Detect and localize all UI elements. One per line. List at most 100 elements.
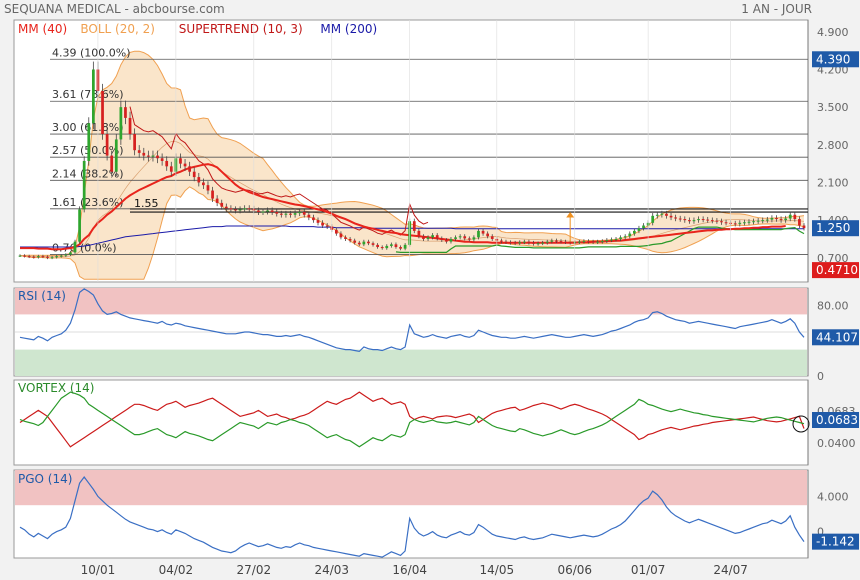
candle xyxy=(211,190,214,199)
candle xyxy=(522,241,526,243)
candle xyxy=(87,123,91,161)
candle xyxy=(243,208,247,210)
candle xyxy=(353,240,357,243)
rsi-tick-label: 80.00 xyxy=(817,300,849,313)
x-tick-label: 24/07 xyxy=(713,563,748,577)
price-badge: 4.390 xyxy=(816,52,850,66)
candle xyxy=(82,160,86,210)
candle xyxy=(440,238,444,241)
candle xyxy=(380,247,384,249)
candle xyxy=(247,208,251,210)
legend-item: MM (40) xyxy=(18,22,67,36)
candle xyxy=(655,214,659,216)
candle xyxy=(752,221,755,223)
candle xyxy=(261,211,265,213)
candle xyxy=(798,219,801,226)
price-tick-label: 2.800 xyxy=(817,139,849,152)
candle xyxy=(23,255,26,257)
candle xyxy=(133,134,136,151)
candle xyxy=(504,241,508,243)
candle xyxy=(463,236,467,239)
candle xyxy=(362,241,366,245)
legend-item: SUPERTREND (10, 3) xyxy=(179,22,303,36)
candle xyxy=(632,230,636,234)
candle xyxy=(660,213,664,215)
candle xyxy=(124,107,127,118)
rsi-title: RSI (14) xyxy=(18,289,66,303)
candle xyxy=(637,228,641,231)
candle xyxy=(587,241,590,243)
candle xyxy=(266,210,269,212)
candle xyxy=(238,209,242,211)
candle xyxy=(458,236,462,238)
candle xyxy=(706,219,710,221)
price-tick-label: 4.900 xyxy=(817,26,849,39)
candle xyxy=(399,247,402,249)
candle xyxy=(513,242,517,244)
candle xyxy=(18,255,22,257)
candle xyxy=(619,237,622,239)
rsi-overbought-zone xyxy=(15,288,807,315)
candle xyxy=(431,235,434,238)
candle xyxy=(472,237,476,240)
candle xyxy=(532,242,535,244)
candle xyxy=(628,233,632,237)
candle xyxy=(371,243,375,245)
candle xyxy=(779,219,783,221)
candle xyxy=(142,152,146,156)
candle xyxy=(275,212,279,214)
candle xyxy=(738,222,742,224)
pgo-tick-label: 4.000 xyxy=(817,490,849,503)
candle xyxy=(582,241,586,243)
candle xyxy=(36,256,40,258)
candle xyxy=(701,219,705,221)
candle xyxy=(220,202,224,207)
candle xyxy=(591,241,595,243)
candle xyxy=(500,240,503,242)
candle xyxy=(73,241,77,253)
candle xyxy=(665,213,668,216)
candle xyxy=(284,213,288,215)
candle xyxy=(536,243,540,245)
candle xyxy=(527,241,531,243)
candle xyxy=(688,220,691,222)
candle xyxy=(756,220,760,222)
candle xyxy=(623,236,627,238)
candle xyxy=(357,242,361,245)
resistance-label: 1.55 xyxy=(134,197,159,210)
candle xyxy=(128,117,132,135)
candle xyxy=(449,238,453,242)
candle xyxy=(160,158,164,161)
candle xyxy=(486,233,490,237)
candle xyxy=(234,209,237,211)
candle xyxy=(733,223,737,225)
candle xyxy=(307,214,311,218)
candle xyxy=(710,220,714,222)
candle xyxy=(110,155,114,172)
candle xyxy=(64,254,68,256)
candle xyxy=(169,166,173,172)
candle xyxy=(119,107,123,140)
candle xyxy=(257,210,260,213)
candle xyxy=(445,240,448,242)
price-badge: 0.4710 xyxy=(816,263,858,277)
candle xyxy=(403,244,407,249)
candle xyxy=(156,155,159,159)
candle xyxy=(46,256,49,258)
candle xyxy=(293,213,297,215)
candle xyxy=(192,171,196,178)
candle xyxy=(477,230,480,238)
legend-item: BOLL (20, 2) xyxy=(80,22,155,36)
candle xyxy=(683,219,687,221)
legend-item: MM (200) xyxy=(320,22,377,36)
candle xyxy=(298,212,302,214)
candle xyxy=(596,241,600,243)
fib-label: 4.39 (100.0%) xyxy=(52,46,131,59)
vortex-panel xyxy=(13,379,809,466)
candle xyxy=(467,238,471,240)
price-tick-label: 3.500 xyxy=(817,101,849,114)
pgo-title: PGO (14) xyxy=(18,472,72,486)
candle xyxy=(229,208,233,210)
candle xyxy=(312,217,315,221)
candle xyxy=(202,182,205,186)
